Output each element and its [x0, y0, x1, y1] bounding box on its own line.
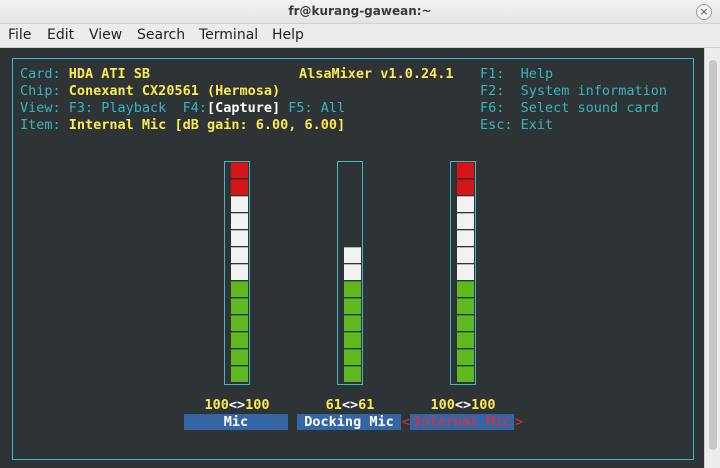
level-segment — [457, 230, 474, 246]
level-segment — [231, 349, 248, 365]
level-segment — [457, 179, 474, 195]
level-segment — [231, 247, 248, 263]
volume-bar-docking-mic[interactable] — [337, 161, 363, 385]
level-segment — [457, 264, 474, 280]
level-segment — [231, 179, 248, 195]
level-segment — [231, 332, 248, 348]
control-label-mic[interactable]: Mic — [184, 414, 288, 430]
level-segment — [344, 366, 361, 382]
view-capture[interactable]: [Capture] — [207, 100, 280, 116]
level-segment — [457, 247, 474, 263]
level-segment — [344, 264, 361, 280]
level-segment — [231, 366, 248, 382]
close-icon: × — [699, 5, 709, 18]
level-segment — [344, 332, 361, 348]
level-segment — [457, 213, 474, 229]
info-view: View: F3: Playback F4:[Capture] F5: All — [20, 100, 346, 116]
info-item: Item: Internal Mic [dB gain: 6.00, 6.00] — [20, 117, 346, 133]
level-segment — [457, 366, 474, 382]
menu-view[interactable]: View — [89, 27, 122, 43]
menu-file[interactable]: File — [8, 27, 31, 43]
selection-arrow-left: < — [402, 414, 411, 430]
level-segment — [344, 349, 361, 365]
terminal[interactable]: AlsaMixer v1.0.24.1 Card: HDA ATI SB Chi… — [0, 48, 720, 468]
level-segment — [231, 264, 248, 280]
volume-bar-internal-mic[interactable] — [450, 161, 476, 385]
level-segment — [231, 213, 248, 229]
key-sysinfo: F2: System information — [480, 83, 667, 99]
level-segment — [231, 281, 248, 297]
control-label-docking-mic[interactable]: Docking Mic — [297, 414, 401, 430]
level-segment — [344, 298, 361, 314]
volume-bar-mic[interactable] — [224, 161, 250, 385]
level-segment — [231, 315, 248, 331]
scrollbar[interactable] — [704, 48, 720, 468]
level-segment — [457, 298, 474, 314]
level-segment — [231, 196, 248, 212]
value-docking-mic: 61<>61 — [325, 397, 375, 413]
title-bar: fr@kurang-gawean:~ × — [0, 0, 720, 24]
info-card: Card: HDA ATI SB — [20, 66, 151, 82]
control-label-internal-mic[interactable]: Internal Mic — [410, 414, 514, 430]
value-mic: 100<>100 — [204, 397, 270, 413]
level-segment — [231, 162, 248, 178]
window-title: fr@kurang-gawean:~ — [288, 4, 432, 18]
view-playback[interactable]: F3: Playback — [69, 100, 167, 116]
level-segment — [457, 349, 474, 365]
level-segment — [231, 230, 248, 246]
level-segment — [344, 247, 361, 263]
close-button[interactable]: × — [696, 4, 712, 20]
level-segment — [457, 315, 474, 331]
level-segment — [231, 298, 248, 314]
selection-arrow-right: > — [515, 414, 524, 430]
menu-search[interactable]: Search — [137, 27, 185, 43]
info-chip: Chip: Conexant CX20561 (Hermosa) — [20, 83, 281, 99]
level-segment — [457, 162, 474, 178]
view-all[interactable]: F5: All — [288, 100, 345, 116]
menu-terminal[interactable]: Terminal — [199, 27, 258, 43]
menu-bar: File Edit View Search Terminal Help — [0, 24, 720, 48]
key-select-card: F6: Select sound card — [480, 100, 659, 116]
level-segment — [344, 315, 361, 331]
value-internal-mic: 100<>100 — [430, 397, 496, 413]
level-segment — [457, 196, 474, 212]
menu-help[interactable]: Help — [272, 27, 304, 43]
key-exit: Esc: Exit — [480, 117, 554, 133]
level-segment — [344, 281, 361, 297]
level-segment — [457, 332, 474, 348]
scrollbar-thumb[interactable] — [709, 60, 717, 450]
menu-edit[interactable]: Edit — [47, 27, 74, 43]
key-help: F1: Help — [480, 66, 554, 82]
level-segment — [457, 281, 474, 297]
